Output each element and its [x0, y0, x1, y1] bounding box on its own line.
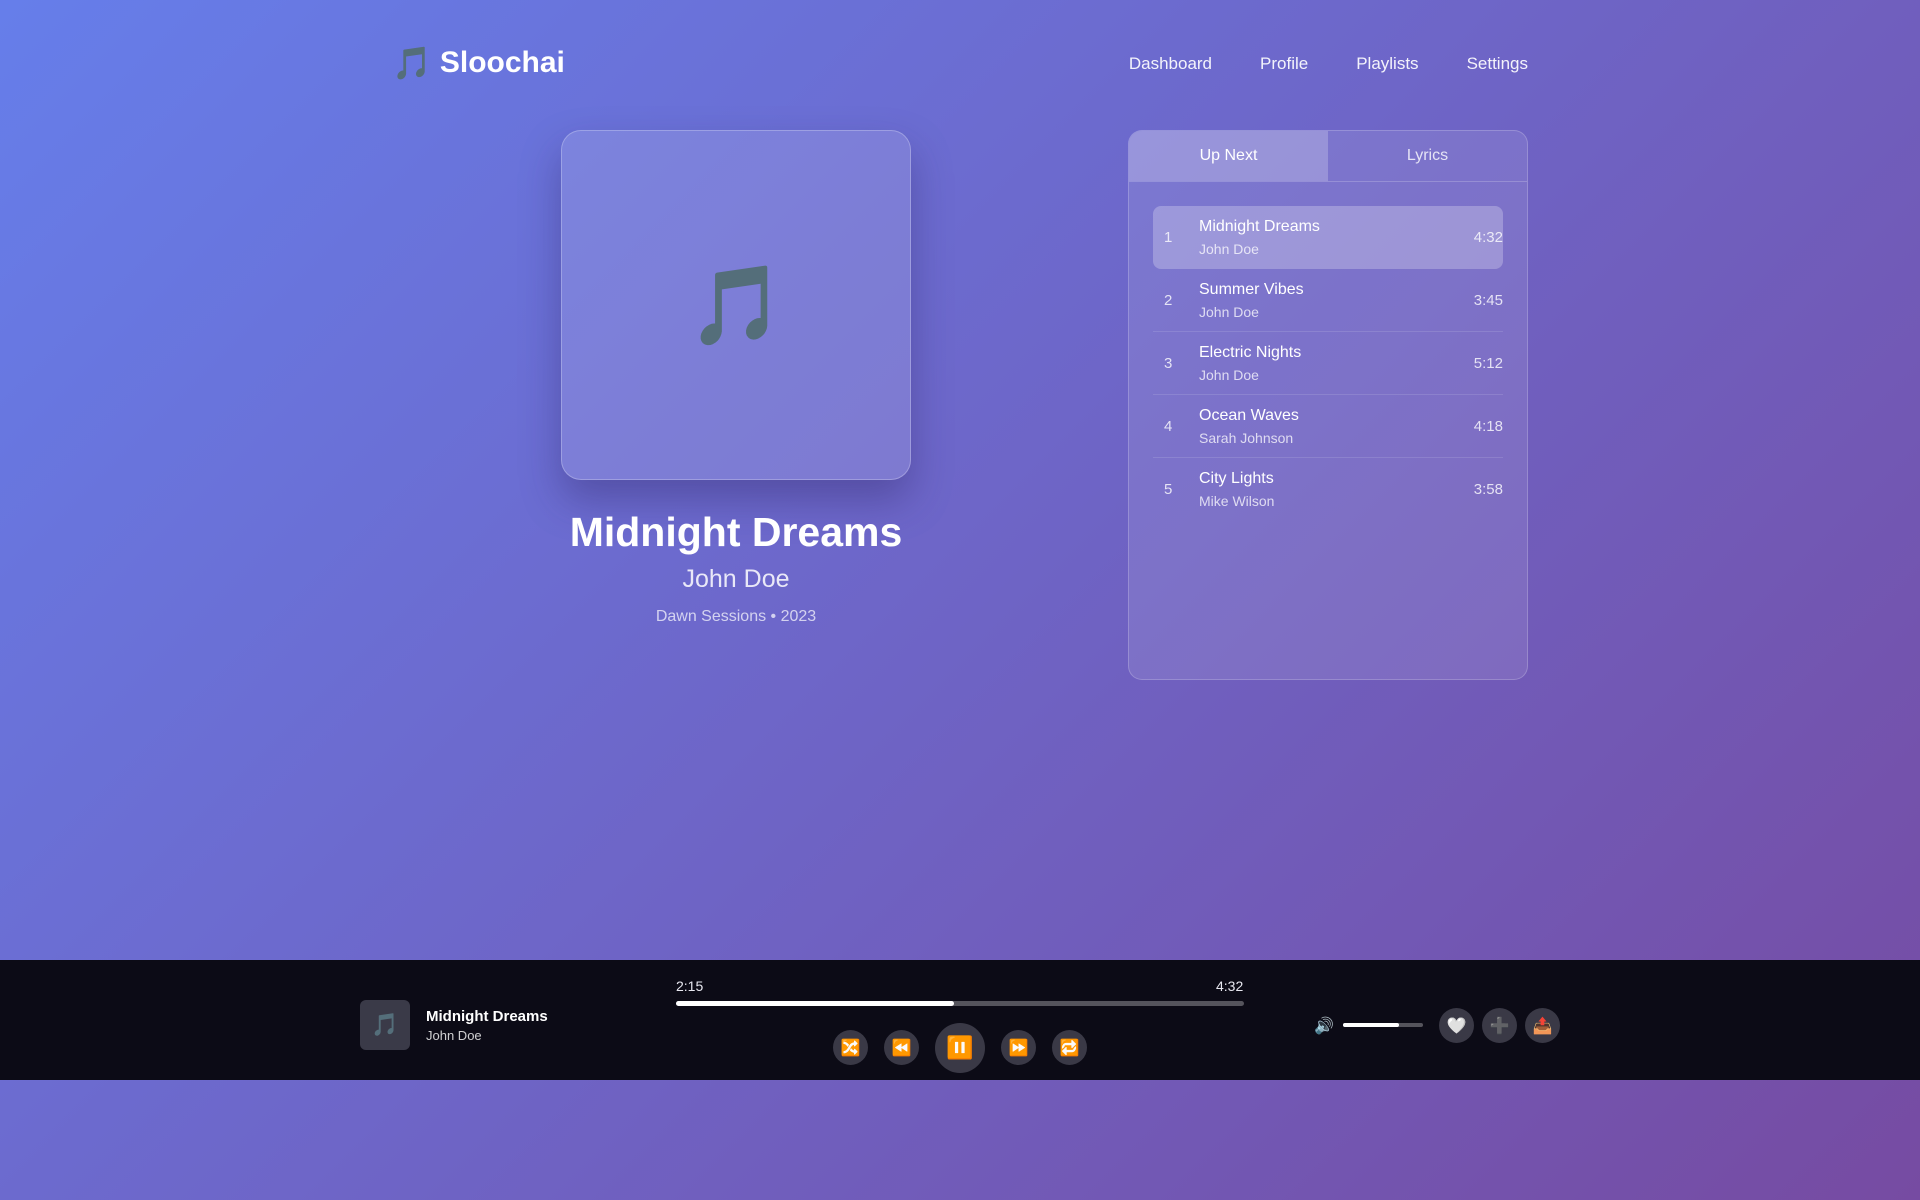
music-note-icon: 🎵	[687, 261, 785, 349]
tab-up-next[interactable]: Up Next	[1129, 131, 1328, 181]
like-button[interactable]: 🤍	[1439, 1008, 1474, 1043]
volume-fill	[1343, 1023, 1399, 1027]
queue-item-number: 3	[1164, 354, 1173, 372]
heart-icon: 🤍	[1446, 1017, 1467, 1035]
queue-item-number: 1	[1164, 229, 1173, 246]
queue-item-title: Ocean Waves	[1199, 406, 1299, 424]
queue-item-artist: Mike Wilson	[1199, 493, 1275, 509]
volume-slider[interactable]	[1343, 1023, 1423, 1027]
panel-tabs: Up Next Lyrics	[1129, 131, 1527, 182]
player-track-artist: John Doe	[426, 1028, 482, 1043]
queue-item-artist: Sarah Johnson	[1199, 429, 1294, 446]
queue-item-number: 5	[1164, 481, 1173, 498]
queue-item[interactable]: 3 Electric Nights John Doe 5:12	[1153, 332, 1503, 395]
share-button[interactable]: 📤	[1525, 1008, 1560, 1043]
rewind-icon: ⏪	[891, 1039, 912, 1057]
queue-item-duration: 3:45	[1473, 291, 1503, 309]
track-meta: Dawn Sessions • 2023	[655, 608, 817, 626]
plus-icon: ➕	[1489, 1017, 1510, 1035]
music-note-icon: 🎵	[392, 45, 432, 81]
album-art: 🎵	[561, 130, 911, 480]
play-pause-button[interactable]: ⏸️	[935, 1023, 985, 1073]
queue-item[interactable]: 1 Midnight Dreams John Doe 4:32	[1153, 206, 1503, 269]
repeat-button[interactable]: 🔁	[1052, 1030, 1087, 1065]
queue-item-duration: 5:12	[1473, 354, 1503, 372]
shuffle-button[interactable]: 🔀	[833, 1030, 868, 1065]
queue-item[interactable]: 4 Ocean Waves Sarah Johnson 4:18	[1153, 395, 1503, 458]
previous-button[interactable]: ⏪	[884, 1030, 919, 1065]
pause-icon: ⏸️	[946, 1035, 974, 1060]
nav-settings[interactable]: Settings	[1467, 54, 1528, 74]
nav-playlists[interactable]: Playlists	[1356, 54, 1418, 74]
fast-forward-icon: ⏩	[1008, 1039, 1029, 1057]
queue-item[interactable]: 2 Summer Vibes John Doe 3:45	[1153, 269, 1503, 332]
queue-list: 1 Midnight Dreams John Doe 4:32 2 Summer…	[1129, 182, 1527, 521]
progress-bar[interactable]	[676, 1001, 1244, 1006]
shuffle-icon: 🔀	[840, 1039, 861, 1057]
nav-profile[interactable]: Profile	[1260, 54, 1308, 74]
queue-item-artist: John Doe	[1199, 366, 1259, 383]
track-artist: John Doe	[682, 565, 790, 594]
queue-item-duration: 3:58	[1473, 481, 1503, 498]
queue-panel: Up Next Lyrics 1 Midnight Dreams John Do…	[1128, 130, 1528, 680]
queue-item-title: Midnight Dreams	[1199, 218, 1320, 235]
queue-item-title: Summer Vibes	[1199, 280, 1304, 298]
repeat-icon: 🔁	[1059, 1039, 1080, 1057]
player-bar: 🎵 Midnight Dreams John Doe 2:15 4:32 🔀 ⏪…	[0, 960, 1920, 1080]
queue-item-title: City Lights	[1199, 470, 1274, 487]
current-time: 2:15	[676, 978, 704, 994]
queue-item[interactable]: 5 City Lights Mike Wilson 3:58	[1153, 458, 1503, 521]
queue-item-title: Electric Nights	[1199, 343, 1302, 361]
queue-item-artist: John Doe	[1199, 241, 1259, 257]
tab-lyrics[interactable]: Lyrics	[1328, 131, 1527, 181]
share-icon: 📤	[1532, 1017, 1553, 1035]
queue-item-duration: 4:32	[1473, 229, 1503, 246]
queue-item-number: 4	[1164, 417, 1173, 435]
music-note-icon: 🎵	[371, 1012, 399, 1037]
queue-item-number: 2	[1164, 291, 1173, 309]
nav-dashboard[interactable]: Dashboard	[1129, 54, 1212, 74]
next-button[interactable]: ⏩	[1001, 1030, 1036, 1065]
add-button[interactable]: ➕	[1482, 1008, 1517, 1043]
app-name: Sloochai	[439, 46, 565, 79]
track-info: Midnight Dreams John Doe Dawn Sessions •…	[536, 508, 936, 626]
mini-album-art: 🎵	[360, 1000, 410, 1050]
player-track-title: Midnight Dreams	[426, 1008, 548, 1025]
total-time: 4:32	[1216, 978, 1244, 994]
main-nav: Dashboard Profile Playlists Settings	[1129, 54, 1528, 74]
volume-icon[interactable]: 🔊	[1314, 1016, 1334, 1036]
track-title: Midnight Dreams	[569, 509, 903, 555]
progress-fill	[676, 1001, 955, 1006]
queue-item-artist: John Doe	[1199, 303, 1259, 320]
queue-item-duration: 4:18	[1473, 417, 1503, 435]
app-logo[interactable]: 🎵 Sloochai	[392, 46, 565, 80]
